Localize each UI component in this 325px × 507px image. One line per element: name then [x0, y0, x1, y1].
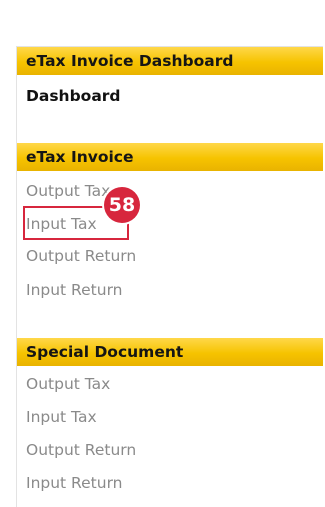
section-header-special-document: Special Document [17, 338, 323, 366]
menu-item-special-input-tax[interactable]: Input Tax [26, 407, 97, 427]
step-number-badge: 58 [104, 187, 140, 223]
section-header-etax-invoice: eTax Invoice [17, 143, 323, 171]
menu-item-special-output-return[interactable]: Output Return [26, 440, 136, 460]
menu-item-dashboard[interactable]: Dashboard [26, 86, 121, 106]
menu-item-etax-output-return[interactable]: Output Return [26, 246, 136, 266]
menu-item-special-output-tax[interactable]: Output Tax [26, 374, 110, 394]
section-header-dashboard: eTax Invoice Dashboard [17, 47, 323, 75]
menu-item-special-input-return[interactable]: Input Return [26, 473, 123, 493]
menu-item-etax-output-tax[interactable]: Output Tax [26, 181, 110, 201]
menu-item-etax-input-return[interactable]: Input Return [26, 280, 123, 300]
sidebar-menu: eTax Invoice Dashboard Dashboard eTax In… [16, 46, 323, 507]
